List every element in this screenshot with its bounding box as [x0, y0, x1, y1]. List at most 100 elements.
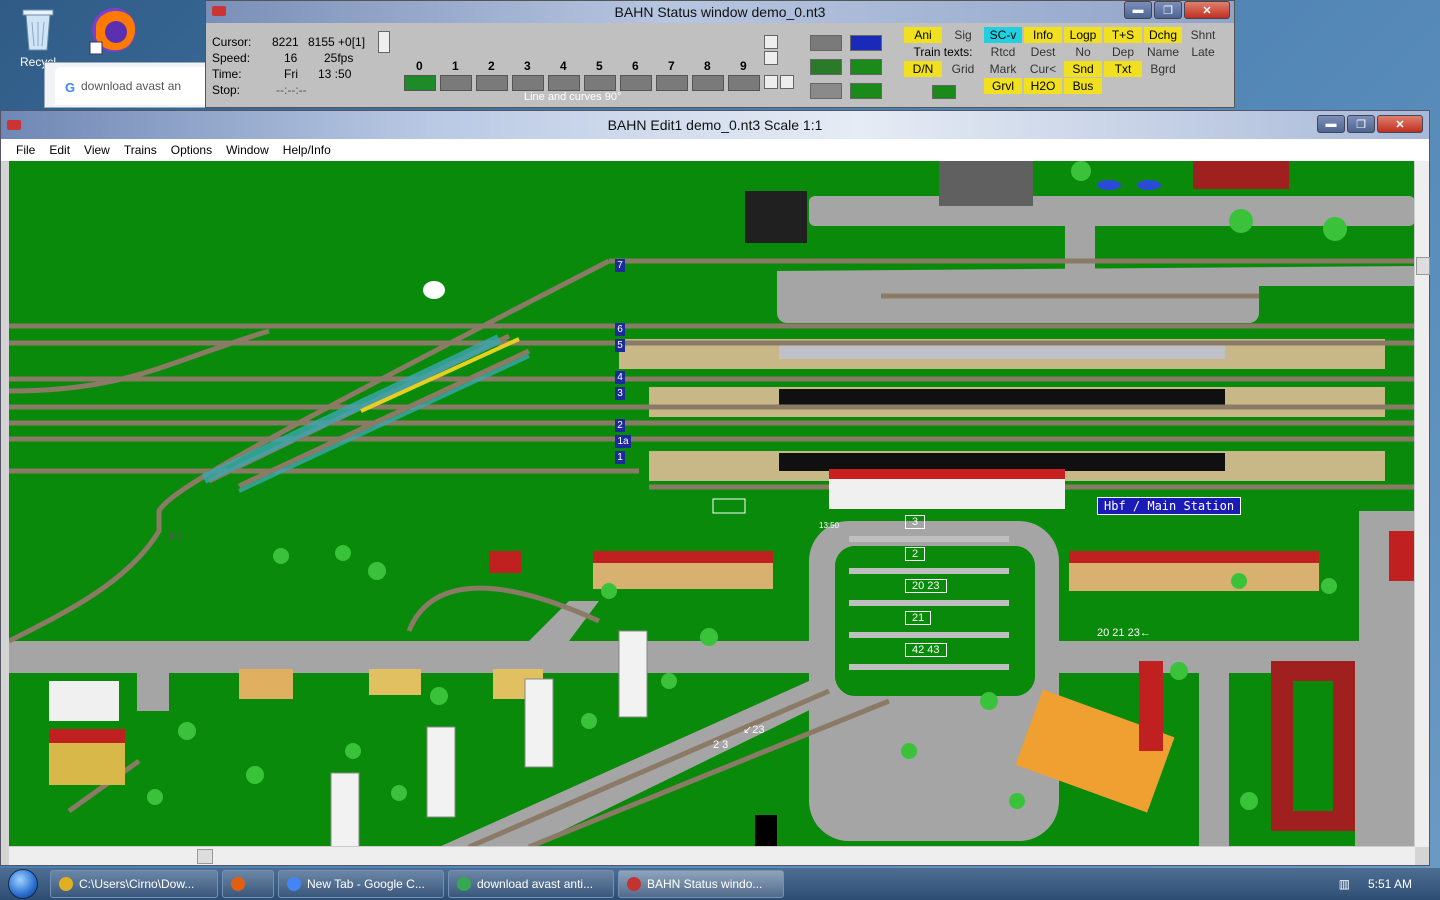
background-toggle[interactable] — [932, 85, 956, 99]
horizontal-scroll-thumb[interactable] — [197, 849, 213, 864]
background-browser-tab[interactable]: G download avast an — [55, 67, 215, 105]
scroll-up-arrow[interactable] — [764, 35, 778, 49]
track-digit-2: 2 — [488, 59, 495, 73]
scroll-right-arrow[interactable] — [780, 75, 794, 89]
status-window[interactable]: BAHN Status window demo_0.nt3 ▬ ❐ ✕ Curs… — [205, 0, 1235, 108]
track-piece-5[interactable] — [584, 75, 616, 91]
stop-value: --:--:-- — [276, 83, 307, 97]
recycle-bin-icon — [22, 9, 54, 51]
option-snd[interactable]: Snd — [1064, 61, 1102, 77]
network-icon[interactable]: ▥ — [1339, 877, 1350, 891]
option-bgrd[interactable]: Bgrd — [1144, 61, 1182, 77]
firefox-shortcut[interactable] — [82, 4, 146, 59]
speed-label: Speed: — [212, 51, 251, 65]
track-piece-8[interactable] — [692, 75, 724, 91]
tool-tile-blue[interactable] — [850, 35, 882, 51]
status-window-title: BAHN Status window demo_0.nt3 — [614, 4, 826, 20]
option-ani[interactable]: Ani — [904, 27, 942, 43]
scroll-down-arrow[interactable] — [764, 51, 778, 65]
background-browser-window[interactable]: G download avast an — [44, 62, 215, 108]
layout-canvas[interactable]: 7 6 5 4 3 2 1a 1 3 2 20 23 21 42 43 Hbf / Main Stat… — [9, 161, 1415, 847]
start-button[interactable] — [0, 868, 46, 900]
menu-help-info[interactable]: Help/Info — [276, 143, 338, 157]
edit-window[interactable]: BAHN Edit1 demo_0.nt3 Scale 1:1 ▬ ❐ ✕ Fi… — [0, 110, 1430, 866]
option-logp[interactable]: Logp — [1064, 27, 1102, 43]
menu-view[interactable]: View — [77, 143, 117, 157]
option-shnt[interactable]: Shnt — [1184, 27, 1222, 43]
track-piece-3[interactable] — [512, 75, 544, 91]
tool-tile-gray[interactable] — [810, 35, 842, 51]
option-sc-v[interactable]: SC-v — [984, 27, 1022, 43]
track-piece-1[interactable] — [440, 75, 472, 91]
vertical-scroll-thumb[interactable] — [1416, 257, 1430, 275]
option-grid[interactable]: Grid — [944, 61, 982, 77]
edit-minimize-button[interactable]: ▬ — [1317, 115, 1345, 133]
option-late[interactable]: Late — [1184, 44, 1222, 60]
option-h2o[interactable]: H2O — [1024, 78, 1062, 94]
taskbar-task-0[interactable]: C:\Users\Cirno\Dow... — [50, 870, 218, 898]
track-piece-4[interactable] — [548, 75, 580, 91]
speed-spinner[interactable] — [378, 31, 390, 53]
menu-window[interactable]: Window — [219, 143, 276, 157]
track-piece-0[interactable] — [404, 75, 436, 91]
option-cur[interactable]: Cur< — [1024, 61, 1062, 77]
scroll-left-arrow[interactable] — [764, 75, 778, 89]
status-title-bar[interactable]: BAHN Status window demo_0.nt3 ▬ ❐ ✕ — [206, 1, 1234, 23]
maximize-button[interactable]: ❐ — [1154, 1, 1182, 19]
option-name[interactable]: Name — [1144, 44, 1182, 60]
edit-maximize-button[interactable]: ❐ — [1347, 115, 1375, 133]
taskbar-task-3[interactable]: download avast anti... — [448, 870, 614, 898]
recycle-bin[interactable]: Recycl — [6, 6, 70, 69]
menu-trains[interactable]: Trains — [117, 143, 164, 157]
option-dep[interactable]: Dep — [1104, 44, 1142, 60]
route-23-label: ↙23 — [743, 724, 765, 736]
edit-title-bar[interactable]: BAHN Edit1 demo_0.nt3 Scale 1:1 ▬ ❐ ✕ — [1, 111, 1429, 139]
menu-edit[interactable]: Edit — [42, 143, 77, 157]
track-piece-9[interactable] — [728, 75, 760, 91]
option-sig[interactable]: Sig — [944, 27, 982, 43]
option-train-texts: Train texts: — [913, 45, 973, 59]
taskbar-task-4[interactable]: BAHN Status windo... — [618, 870, 784, 898]
bus-clock-label: 13:50 — [819, 521, 840, 530]
option-no[interactable]: No — [1064, 44, 1102, 60]
option-grvl[interactable]: Grvl — [984, 78, 1022, 94]
option-dchg[interactable]: Dchg — [1144, 27, 1182, 43]
task-app-icon — [457, 877, 471, 891]
option-info[interactable]: Info — [1024, 27, 1062, 43]
option-bus[interactable]: Bus — [1064, 78, 1102, 94]
menu-options[interactable]: Options — [164, 143, 219, 157]
track-piece-7[interactable] — [656, 75, 688, 91]
option-txt[interactable]: Txt — [1104, 61, 1142, 77]
track-digit-8: 8 — [704, 59, 711, 73]
taskbar-tasks: C:\Users\Cirno\Dow... New Tab - Google C.… — [46, 870, 784, 898]
taskbar-task-1[interactable] — [222, 870, 274, 898]
tool-tile-tree[interactable] — [850, 59, 882, 75]
cursor-label: Cursor: — [212, 35, 252, 49]
cursor-x-value: 8221 — [272, 35, 299, 49]
track-digit-3: 3 — [524, 59, 531, 73]
track-number-1: 1 — [615, 451, 625, 464]
menu-file[interactable]: File — [9, 143, 42, 157]
option-dest[interactable]: Dest — [1024, 44, 1062, 60]
option-d-n[interactable]: D/N — [904, 61, 942, 77]
track-piece-6[interactable] — [620, 75, 652, 91]
vertical-scrollbar[interactable] — [1414, 161, 1430, 847]
taskbar-task-2[interactable]: New Tab - Google C... — [278, 870, 444, 898]
track-digit-4: 4 — [560, 59, 567, 73]
task-app-icon — [287, 877, 301, 891]
track-piece-2[interactable] — [476, 75, 508, 91]
minimize-button[interactable]: ▬ — [1124, 1, 1152, 19]
option-mark[interactable]: Mark — [984, 61, 1022, 77]
edit-window-title: BAHN Edit1 demo_0.nt3 Scale 1:1 — [607, 117, 823, 133]
tool-tile-track[interactable] — [810, 59, 842, 75]
track-number-4: 4 — [615, 371, 625, 384]
tool-tile-building[interactable] — [850, 83, 882, 99]
option-rtcd[interactable]: Rtcd — [984, 44, 1022, 60]
close-button[interactable]: ✕ — [1184, 1, 1230, 19]
horizontal-scrollbar[interactable] — [9, 846, 1415, 865]
tool-tile-road[interactable] — [810, 83, 842, 99]
bus-platform-5: 42 43 — [905, 643, 947, 657]
option-t-s[interactable]: T+S — [1104, 27, 1142, 43]
tray-clock[interactable]: 5:51 AM — [1368, 877, 1412, 891]
edit-close-button[interactable]: ✕ — [1377, 115, 1423, 133]
